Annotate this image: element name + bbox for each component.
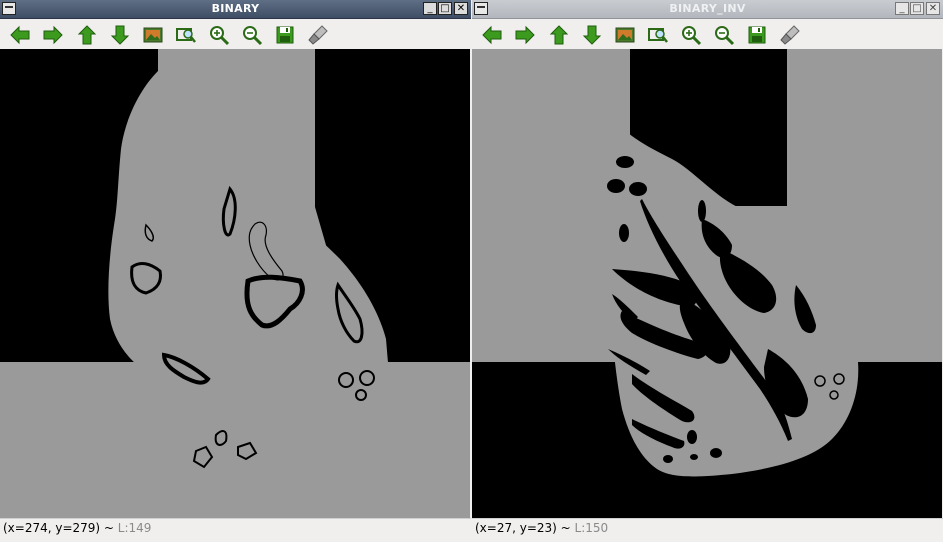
status-bar: (x=274, y=279) ~ L:149: [0, 518, 471, 542]
binary-inv-window: BINARY_INV _ □ ✕ (x=27, y=23) ~ L:150: [472, 0, 943, 542]
save-icon[interactable]: [273, 23, 297, 47]
properties-icon[interactable]: [306, 23, 330, 47]
zoom-out-icon[interactable]: [240, 23, 264, 47]
save-icon[interactable]: [745, 23, 769, 47]
window-title: BINARY: [211, 2, 260, 15]
zoom-fit-icon[interactable]: [646, 23, 670, 47]
title-bar[interactable]: BINARY_INV _ □ ✕: [472, 0, 943, 19]
properties-icon[interactable]: [778, 23, 802, 47]
save-image-icon[interactable]: [141, 23, 165, 47]
zoom-in-icon[interactable]: [207, 23, 231, 47]
binary-inv-image-canvas[interactable]: [472, 49, 942, 518]
maximize-icon[interactable]: □: [910, 2, 924, 15]
minimize-icon[interactable]: _: [423, 2, 437, 15]
minimize-icon[interactable]: _: [895, 2, 909, 15]
arrow-right-icon[interactable]: [41, 23, 65, 47]
maximize-icon[interactable]: □: [438, 2, 452, 15]
status-bar: (x=27, y=23) ~ L:150: [472, 518, 943, 542]
close-icon[interactable]: ✕: [454, 2, 468, 15]
cursor-coordinates: (x=27, y=23) ~: [475, 521, 575, 535]
pixel-level: L:149: [117, 521, 152, 535]
toolbar: [0, 20, 471, 49]
arrow-down-icon[interactable]: [108, 23, 132, 47]
zoom-out-icon[interactable]: [712, 23, 736, 47]
toolbar: [472, 20, 943, 49]
window-title: BINARY_INV: [669, 2, 746, 15]
arrow-down-icon[interactable]: [580, 23, 604, 47]
arrow-up-icon[interactable]: [547, 23, 571, 47]
arrow-right-icon[interactable]: [513, 23, 537, 47]
arrow-left-icon[interactable]: [8, 23, 32, 47]
save-image-icon[interactable]: [613, 23, 637, 47]
title-bar[interactable]: BINARY _ □ ✕: [0, 0, 471, 19]
close-icon[interactable]: ✕: [926, 2, 940, 15]
pixel-level: L:150: [574, 521, 609, 535]
binary-window: BINARY _ □ ✕ (x=274, y=279) ~ L:149: [0, 0, 471, 542]
arrow-up-icon[interactable]: [75, 23, 99, 47]
cursor-coordinates: (x=274, y=279) ~: [3, 521, 118, 535]
zoom-fit-icon[interactable]: [174, 23, 198, 47]
zoom-in-icon[interactable]: [679, 23, 703, 47]
arrow-left-icon[interactable]: [480, 23, 504, 47]
binary-image-canvas[interactable]: [0, 49, 470, 518]
